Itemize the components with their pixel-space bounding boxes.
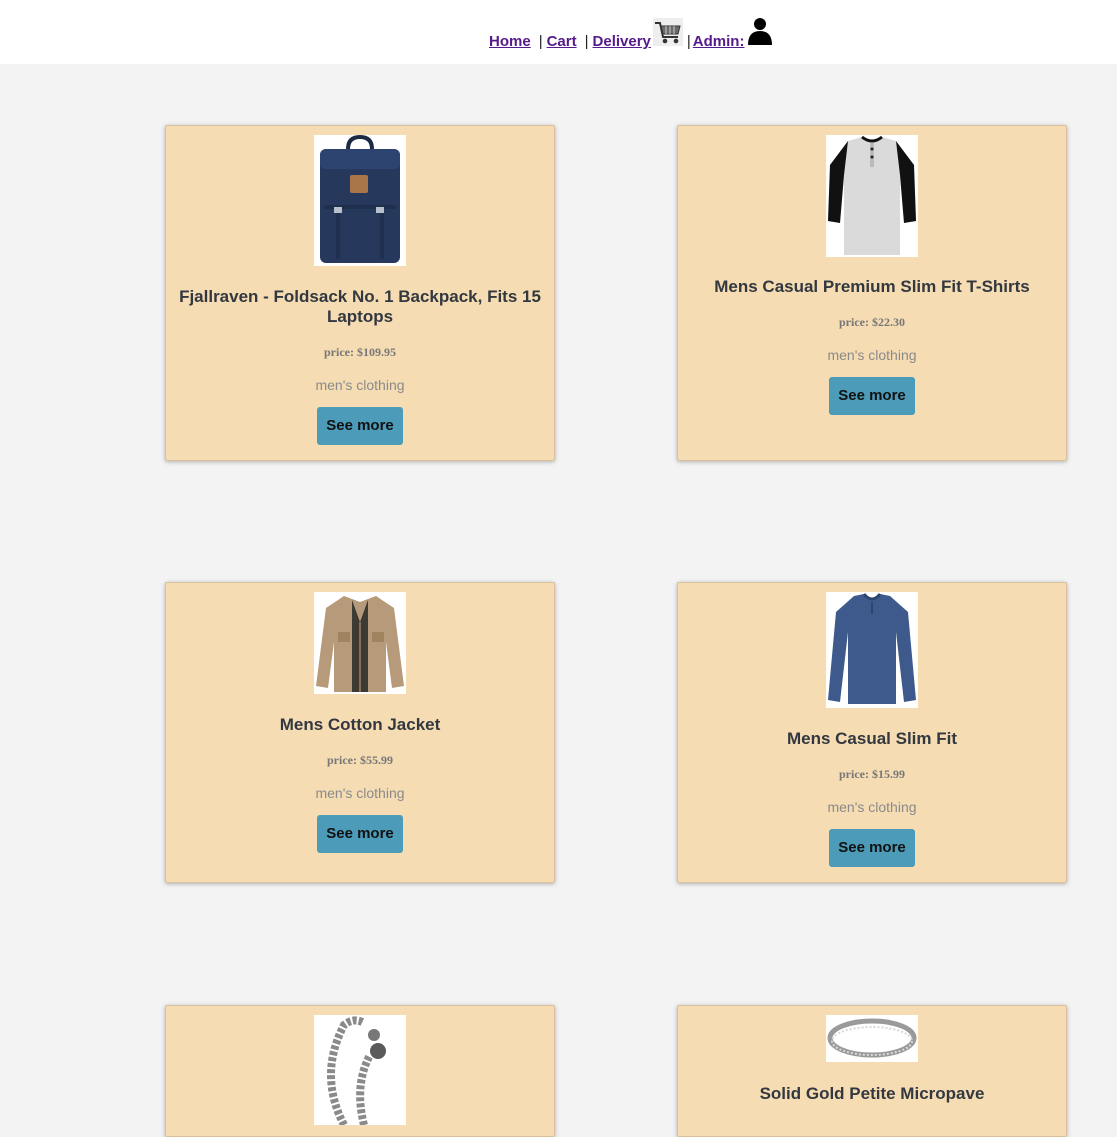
product-card [165, 1005, 555, 1137]
jacket-image [314, 592, 406, 694]
tshirt-image [826, 135, 918, 257]
product-title: Fjallraven - Foldsack No. 1 Backpack, Fi… [179, 287, 541, 326]
product-category: men's clothing [315, 785, 405, 801]
product-title: Solid Gold Petite Micropave [759, 1084, 985, 1103]
top-navigation-bar: Home | Cart | Delivery | Admin: [0, 0, 1117, 64]
product-category: men's clothing [315, 377, 405, 393]
product-title: Mens Casual Slim Fit [786, 729, 958, 748]
product-card: Mens Cotton Jacket price: $55.99 men's c… [165, 582, 555, 883]
product-card: Solid Gold Petite Micropave [677, 1005, 1067, 1137]
product-category: men's clothing [827, 347, 917, 363]
bracelet-image [314, 1015, 406, 1125]
product-price: price: $15.99 [839, 767, 905, 781]
nav-delivery-link[interactable]: Delivery [593, 18, 683, 50]
nav-cart-link[interactable]: Cart [547, 33, 577, 50]
product-price: price: $109.95 [324, 345, 396, 359]
nav-home-link[interactable]: Home [489, 33, 531, 50]
ring-image [826, 1015, 918, 1062]
product-card: Fjallraven - Foldsack No. 1 Backpack, Fi… [165, 125, 555, 461]
nav-admin-label[interactable]: Admin: [693, 33, 745, 50]
product-title: Mens Casual Premium Slim Fit T-Shirts [714, 277, 1030, 296]
nav-admin-link[interactable]: Admin: [693, 16, 775, 50]
product-title: Mens Cotton Jacket [279, 715, 441, 734]
see-more-button[interactable]: See more [829, 829, 915, 867]
nav-delivery-label[interactable]: Delivery [593, 33, 651, 50]
product-category: men's clothing [827, 799, 917, 815]
user-icon [746, 16, 775, 50]
cart-icon [652, 18, 683, 50]
see-more-button[interactable]: See more [829, 377, 915, 415]
see-more-button[interactable]: See more [317, 407, 403, 445]
see-more-button[interactable]: See more [317, 815, 403, 853]
backpack-image [314, 135, 406, 266]
product-card: Mens Casual Slim Fit price: $15.99 men's… [677, 582, 1067, 883]
nav-links: Home | Cart | Delivery | Admin: [489, 16, 775, 50]
nav-separator: | [686, 33, 691, 50]
product-price: price: $22.30 [839, 315, 905, 329]
nav-separator: | [584, 33, 589, 50]
product-card: Mens Casual Premium Slim Fit T-Shirts pr… [677, 125, 1067, 461]
nav-separator: | [538, 33, 543, 50]
product-price: price: $55.99 [327, 753, 393, 767]
longsleeve-image [826, 592, 918, 708]
